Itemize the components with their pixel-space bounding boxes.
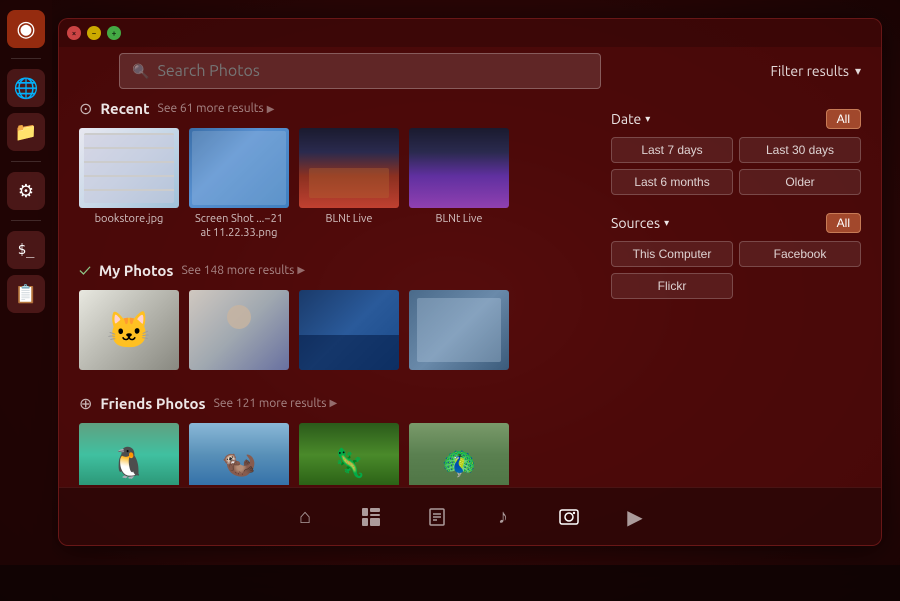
myphotos-thumbnails [79, 290, 591, 374]
friendsphotos-thumbnail-1 [189, 423, 289, 485]
facebook-button[interactable]: Facebook [739, 241, 861, 267]
recent-thumbnail-3 [409, 128, 509, 208]
nav-music[interactable]: ♪ [485, 499, 521, 535]
recent-label-3: BLNt Live [436, 212, 483, 226]
sidebar-divider [11, 58, 41, 59]
sources-all-button[interactable]: All [826, 213, 861, 233]
myphotos-title: My Photos [99, 262, 174, 279]
sources-filter-section: Sources ▾ All This Computer Facebook Fli… [611, 213, 861, 299]
content-area: ⊙ Recent See 61 more results ▶ bookstore… [59, 99, 601, 485]
search-area: 🔍 [119, 49, 601, 93]
myphotos-item-2[interactable] [299, 290, 399, 374]
window-controls: × − + [59, 19, 881, 47]
nav-files[interactable] [419, 499, 455, 535]
close-button[interactable]: × [67, 26, 81, 40]
taskbar [0, 565, 900, 601]
recent-more-arrow: ▶ [267, 103, 275, 115]
friendsphotos-item-3[interactable]: Peacock! (and disgruntled ducks!) [409, 423, 509, 485]
recent-label-2: BLNt Live [326, 212, 373, 226]
friendsphotos-thumbnail-2 [299, 423, 399, 485]
myphotos-thumbnail-2 [299, 290, 399, 370]
bottom-nav: ⌂ ♪ [59, 487, 881, 545]
friendsphotos-item-1[interactable]: Otters!! [189, 423, 289, 485]
search-icon: 🔍 [132, 63, 149, 80]
recent-thumbnail-1 [189, 128, 289, 208]
recent-item-1[interactable]: Screen Shot ...−21 at 11.22.33.png [189, 128, 289, 241]
sidebar-item-files[interactable]: 📁 [7, 113, 45, 151]
date-filter-section: Date ▾ All Last 7 days Last 30 days Last… [611, 109, 861, 195]
friendsphotos-more[interactable]: See 121 more results ▶ [214, 397, 338, 410]
friendsphotos-thumbnails: Penguins! Otters!! Ring-tailed Lemur Bab… [79, 423, 591, 485]
recent-thumbnails: bookstore.jpg Screen Shot ...−21 at 11.2… [79, 128, 591, 241]
nav-video[interactable]: ▶ [617, 499, 653, 535]
friendsphotos-item-2[interactable]: Ring-tailed Lemur Babies! [299, 423, 399, 485]
friendsphotos-item-0[interactable]: Penguins! [79, 423, 179, 485]
myphotos-item-0[interactable] [79, 290, 179, 374]
recent-label-0: bookstore.jpg [95, 212, 164, 226]
this-computer-button[interactable]: This Computer [611, 241, 733, 267]
filter-results-label: Filter results [770, 63, 848, 79]
search-box[interactable]: 🔍 [119, 53, 601, 89]
maximize-button[interactable]: + [107, 26, 121, 40]
flickr-button[interactable]: Flickr [611, 273, 733, 299]
date-filter-buttons: Last 7 days Last 30 days Last 6 months O… [611, 137, 861, 195]
date-filter-header: Date ▾ All [611, 109, 861, 129]
desktop: ◉ 🌐 📁 ⚙ $_ 📋 × − + 🔍 Filter results ▾ [0, 0, 900, 601]
recent-section-header: ⊙ Recent See 61 more results ▶ [79, 99, 591, 118]
sidebar-divider-3 [11, 220, 41, 221]
nav-home[interactable]: ⌂ [287, 499, 323, 535]
recent-thumbnail-2 [299, 128, 399, 208]
dash-window: × − + 🔍 Filter results ▾ Date ▾ [58, 18, 882, 546]
recent-title: Recent [100, 100, 149, 117]
minimize-button[interactable]: − [87, 26, 101, 40]
friendsphotos-section-header: ⊕ Friends Photos See 121 more results ▶ [79, 394, 591, 413]
sources-filter-header: Sources ▾ All [611, 213, 861, 233]
sources-filter-title: Sources ▾ [611, 215, 669, 231]
sidebar-item-logo[interactable]: ◉ [7, 10, 45, 48]
older-button[interactable]: Older [739, 169, 861, 195]
recent-thumbnail-0 [79, 128, 179, 208]
sidebar-item-extra[interactable]: 📋 [7, 275, 45, 313]
date-filter-title: Date ▾ [611, 111, 650, 127]
right-panel: Date ▾ All Last 7 days Last 30 days Last… [601, 99, 871, 485]
last-7-days-button[interactable]: Last 7 days [611, 137, 733, 163]
friendsphotos-section: ⊕ Friends Photos See 121 more results ▶ … [79, 394, 591, 485]
friendsphotos-icon: ⊕ [79, 394, 92, 413]
recent-item-2[interactable]: BLNt Live [299, 128, 399, 241]
sources-filter-buttons: This Computer Facebook Flickr [611, 241, 861, 299]
last-6-months-button[interactable]: Last 6 months [611, 169, 733, 195]
friendsphotos-more-arrow: ▶ [329, 397, 337, 409]
myphotos-thumbnail-3 [409, 290, 509, 370]
myphotos-icon: ✓ [79, 261, 91, 280]
recent-section: ⊙ Recent See 61 more results ▶ bookstore… [79, 99, 591, 241]
recent-icon: ⊙ [79, 99, 92, 118]
myphotos-more[interactable]: See 148 more results ▶ [181, 264, 305, 277]
recent-item-0[interactable]: bookstore.jpg [79, 128, 179, 241]
friendsphotos-thumbnail-0 [79, 423, 179, 485]
sidebar-divider-2 [11, 161, 41, 162]
sidebar-item-browser[interactable]: 🌐 [7, 69, 45, 107]
myphotos-item-1[interactable] [189, 290, 289, 374]
recent-more[interactable]: See 61 more results ▶ [158, 102, 275, 115]
recent-label-1: Screen Shot ...−21 at 11.22.33.png [189, 212, 289, 241]
myphotos-more-arrow: ▶ [297, 264, 305, 276]
date-all-button[interactable]: All [826, 109, 861, 129]
myphotos-section-header: ✓ My Photos See 148 more results ▶ [79, 261, 591, 280]
myphotos-item-3[interactable] [409, 290, 509, 374]
myphotos-section: ✓ My Photos See 148 more results ▶ [79, 261, 591, 374]
search-input[interactable] [157, 62, 588, 80]
filter-results-arrow[interactable]: ▾ [855, 64, 861, 78]
filter-results-area: Filter results ▾ [770, 49, 861, 93]
sidebar-item-settings[interactable]: ⚙ [7, 172, 45, 210]
friendsphotos-thumbnail-3 [409, 423, 509, 485]
sidebar: ◉ 🌐 📁 ⚙ $_ 📋 [0, 0, 52, 601]
friendsphotos-title: Friends Photos [100, 395, 205, 412]
nav-apps[interactable] [353, 499, 389, 535]
myphotos-thumbnail-0 [79, 290, 179, 370]
sidebar-item-terminal[interactable]: $_ [7, 231, 45, 269]
nav-photos[interactable] [551, 499, 587, 535]
recent-item-3[interactable]: BLNt Live [409, 128, 509, 241]
myphotos-thumbnail-1 [189, 290, 289, 370]
last-30-days-button[interactable]: Last 30 days [739, 137, 861, 163]
